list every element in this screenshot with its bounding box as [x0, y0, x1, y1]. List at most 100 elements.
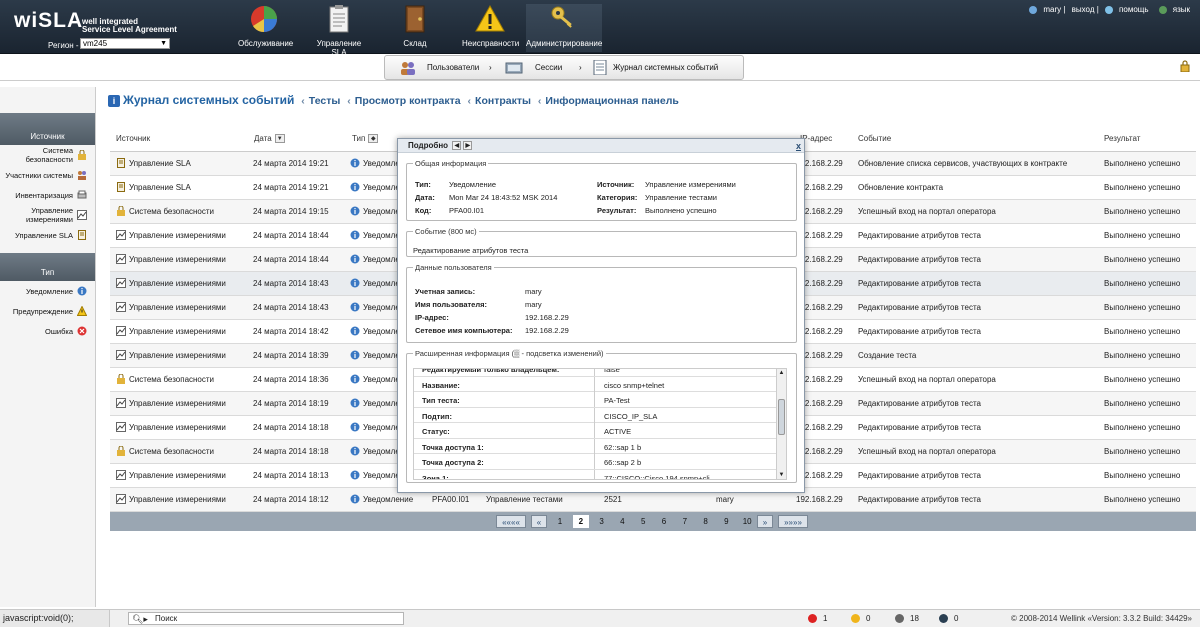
next-page-button[interactable]: » — [757, 515, 773, 528]
first-page-button[interactable]: «««« — [496, 515, 526, 528]
page-1-button[interactable]: 1 — [552, 515, 568, 528]
chart-icon — [116, 254, 126, 264]
column-header-date[interactable]: Дата ▼ — [254, 134, 285, 144]
user-name-link[interactable]: mary — [1043, 5, 1061, 14]
cell-user: mary — [716, 495, 734, 504]
printer-icon — [77, 190, 87, 199]
scroll-thumb[interactable] — [778, 399, 785, 435]
chart-icon — [116, 422, 126, 432]
page-10-button[interactable]: 10 — [739, 515, 755, 528]
search-input[interactable]: 🔍︎▸ Поиск — [128, 612, 404, 625]
status-bar: javascript:void(0); 🔍︎▸ Поиск 1 0 18 0 ©… — [0, 609, 1200, 627]
cell-source: Управление измерениями — [129, 495, 226, 504]
sidebar-item-label: Управление SLA — [15, 230, 73, 240]
page-8-button[interactable]: 8 — [698, 515, 714, 528]
popup-title: Подробно — [408, 141, 449, 150]
page-9-button[interactable]: 9 — [718, 515, 734, 528]
nav-maintenance[interactable]: Обслуживание — [238, 4, 293, 52]
sidebar-item-participants[interactable]: Участники системы — [0, 165, 95, 185]
breadcrumb-separator: ‹ — [301, 95, 305, 107]
alarm-yellow-counter[interactable]: 0 — [851, 614, 870, 624]
breadcrumb-separator: ‹ — [537, 95, 542, 107]
last-page-button[interactable]: »»»» — [778, 515, 808, 528]
sidebar-item-notification[interactable]: Уведомление — [0, 281, 95, 301]
sidebar-item-label: Управление измерениями — [25, 206, 73, 224]
subtab-sessions[interactable]: Сессии — [501, 56, 581, 79]
extended-info-key: Зона 1: — [422, 473, 449, 480]
prev-record-button[interactable]: ◀ — [452, 141, 462, 151]
info-icon — [350, 158, 360, 168]
extended-info-list[interactable]: Редактируемый только владельцем: false Наз… — [413, 368, 787, 480]
nav-admin[interactable]: Администрирование — [526, 4, 602, 52]
sidebar-item-security[interactable]: Система безопасности — [0, 145, 95, 165]
column-header-event[interactable]: Событие — [858, 134, 891, 143]
extended-info-row: Зона 1: 77::CISCO::Cisco 194 snmp+cli — [414, 469, 786, 480]
scrollbar[interactable]: ▲ ▼ — [776, 369, 786, 479]
language-link[interactable]: язык — [1173, 5, 1190, 14]
page-4-button[interactable]: 4 — [614, 515, 630, 528]
page-6-button[interactable]: 6 — [656, 515, 672, 528]
region-select[interactable]: vm245 ▼ — [80, 38, 170, 49]
alarm-red-counter[interactable]: 1 — [808, 614, 827, 624]
chart-icon — [116, 302, 126, 312]
scroll-up-icon[interactable]: ▲ — [778, 370, 785, 378]
extended-info-value: PA-Test — [604, 396, 630, 405]
breadcrumb-link-contracts[interactable]: Контракты — [475, 95, 531, 107]
column-divider — [594, 469, 595, 479]
sidebar-item-measurements[interactable]: Управление измерениями — [0, 205, 95, 225]
sidebar-item-label: Уведомление — [25, 286, 73, 296]
info-icon — [350, 422, 360, 432]
info-icon: i — [108, 95, 120, 107]
hostname-key: Сетевое имя компьютера: — [415, 326, 513, 335]
nav-sla[interactable]: Управление SLA — [310, 4, 368, 57]
cell-result: Выполнено успешно — [1104, 423, 1181, 432]
red-alarm-icon — [808, 614, 817, 624]
sidebar-item-error[interactable]: Ошибка — [0, 321, 95, 341]
subtab-users[interactable]: Пользователи — [395, 56, 495, 79]
gray-alarm-icon — [895, 614, 904, 624]
page-3-button[interactable]: 3 — [594, 515, 610, 528]
close-button[interactable]: x — [796, 139, 801, 153]
sidebar-item-warning[interactable]: Предупреждение — [0, 301, 95, 321]
logout-link[interactable]: выход — [1072, 5, 1095, 14]
column-header-type[interactable]: Тип ◆ — [352, 134, 379, 144]
extended-info-key: Точка доступа 1: — [422, 442, 484, 452]
column-header-result[interactable]: Результат — [1104, 134, 1140, 143]
next-record-button[interactable]: ▶ — [463, 141, 473, 151]
cell-date: 24 марта 2014 19:21 — [253, 159, 329, 168]
page-2-button[interactable]: 2 — [572, 515, 589, 528]
cell-source: Управление SLA — [129, 183, 191, 192]
cell-code: PFA00.I01 — [432, 495, 470, 504]
search-placeholder: Поиск — [155, 614, 178, 623]
category-key: Категория: — [597, 193, 638, 202]
sidebar-item-inventory[interactable]: Инвентаризация — [0, 185, 95, 205]
breadcrumb-link-contract-view[interactable]: Просмотр контракта — [355, 95, 461, 107]
sort-down-icon[interactable]: ▼ — [274, 134, 285, 144]
app-logo[interactable]: wiSLA — [14, 9, 83, 33]
sort-both-icon[interactable]: ◆ — [368, 134, 379, 144]
date-key: Дата: — [415, 193, 435, 202]
nav-warehouse[interactable]: Склад — [398, 4, 432, 52]
column-divider — [594, 423, 595, 438]
breadcrumb-separator: ‹ — [347, 95, 351, 107]
help-link[interactable]: помощь — [1119, 5, 1148, 14]
alarm-dark-counter[interactable]: 0 — [939, 614, 958, 624]
lock-icon[interactable] — [1180, 60, 1190, 72]
cell-source: Управление измерениями — [129, 255, 226, 264]
page-5-button[interactable]: 5 — [635, 515, 651, 528]
sidebar-source-header: Источник — [0, 113, 95, 145]
alarm-gray-counter[interactable]: 18 — [895, 614, 919, 624]
subtab-event-log[interactable]: Журнал системных событий — [589, 56, 739, 79]
nav-faults[interactable]: Неисправности — [462, 4, 519, 52]
breadcrumb-link-tests[interactable]: Тесты — [309, 95, 341, 107]
scroll-down-icon[interactable]: ▼ — [778, 472, 785, 479]
column-header-source[interactable]: Источник — [116, 134, 150, 143]
prev-page-button[interactable]: « — [531, 515, 547, 528]
cell-event: Обновление списка сервисов, участвующих … — [858, 159, 1068, 168]
users-icon — [78, 171, 86, 180]
sidebar-item-sla[interactable]: Управление SLA — [0, 225, 95, 245]
page-7-button[interactable]: 7 — [677, 515, 693, 528]
extended-info-group: Расширенная информация (▒ - подсветка из… — [406, 349, 797, 483]
cell-date: 24 марта 2014 18:36 — [253, 375, 329, 384]
breadcrumb-link-dashboard[interactable]: Информационная панель — [545, 95, 678, 107]
